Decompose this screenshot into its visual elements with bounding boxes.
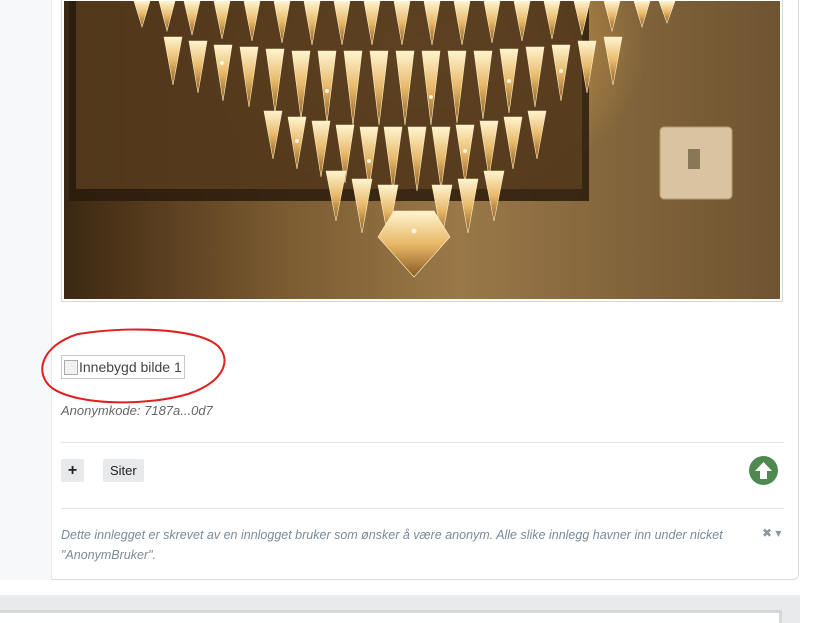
disclaimer-line-1: Dette innlegget er skrevet av en innlogg…	[61, 528, 723, 542]
arrow-up-circle-icon[interactable]	[749, 456, 778, 485]
chandelier-photo	[64, 1, 780, 299]
plus-button[interactable]: +	[61, 459, 84, 482]
divider-bottom	[61, 508, 784, 509]
embedded-image-placeholder[interactable]: Innebygd bilde 1	[61, 355, 185, 379]
anonymous-disclaimer: Dette innlegget er skrevet av en innlogg…	[61, 525, 761, 565]
disclaimer-dismiss-control[interactable]: ✖ ▾	[762, 526, 781, 540]
divider-top	[61, 442, 784, 443]
chandelier-illustration	[69, 1, 733, 278]
next-post-panel	[0, 595, 800, 623]
post-photo[interactable]	[61, 0, 783, 302]
disclaimer-line-2: "AnonymBruker".	[61, 548, 157, 562]
next-post-card	[0, 610, 782, 623]
quote-button[interactable]: Siter	[103, 459, 144, 482]
author-gutter	[0, 0, 52, 580]
anonymous-code: Anonymkode: 7187a...0d7	[61, 403, 213, 418]
broken-image-icon	[64, 360, 78, 375]
embedded-image-alt-text: Innebygd bilde 1	[79, 359, 182, 375]
